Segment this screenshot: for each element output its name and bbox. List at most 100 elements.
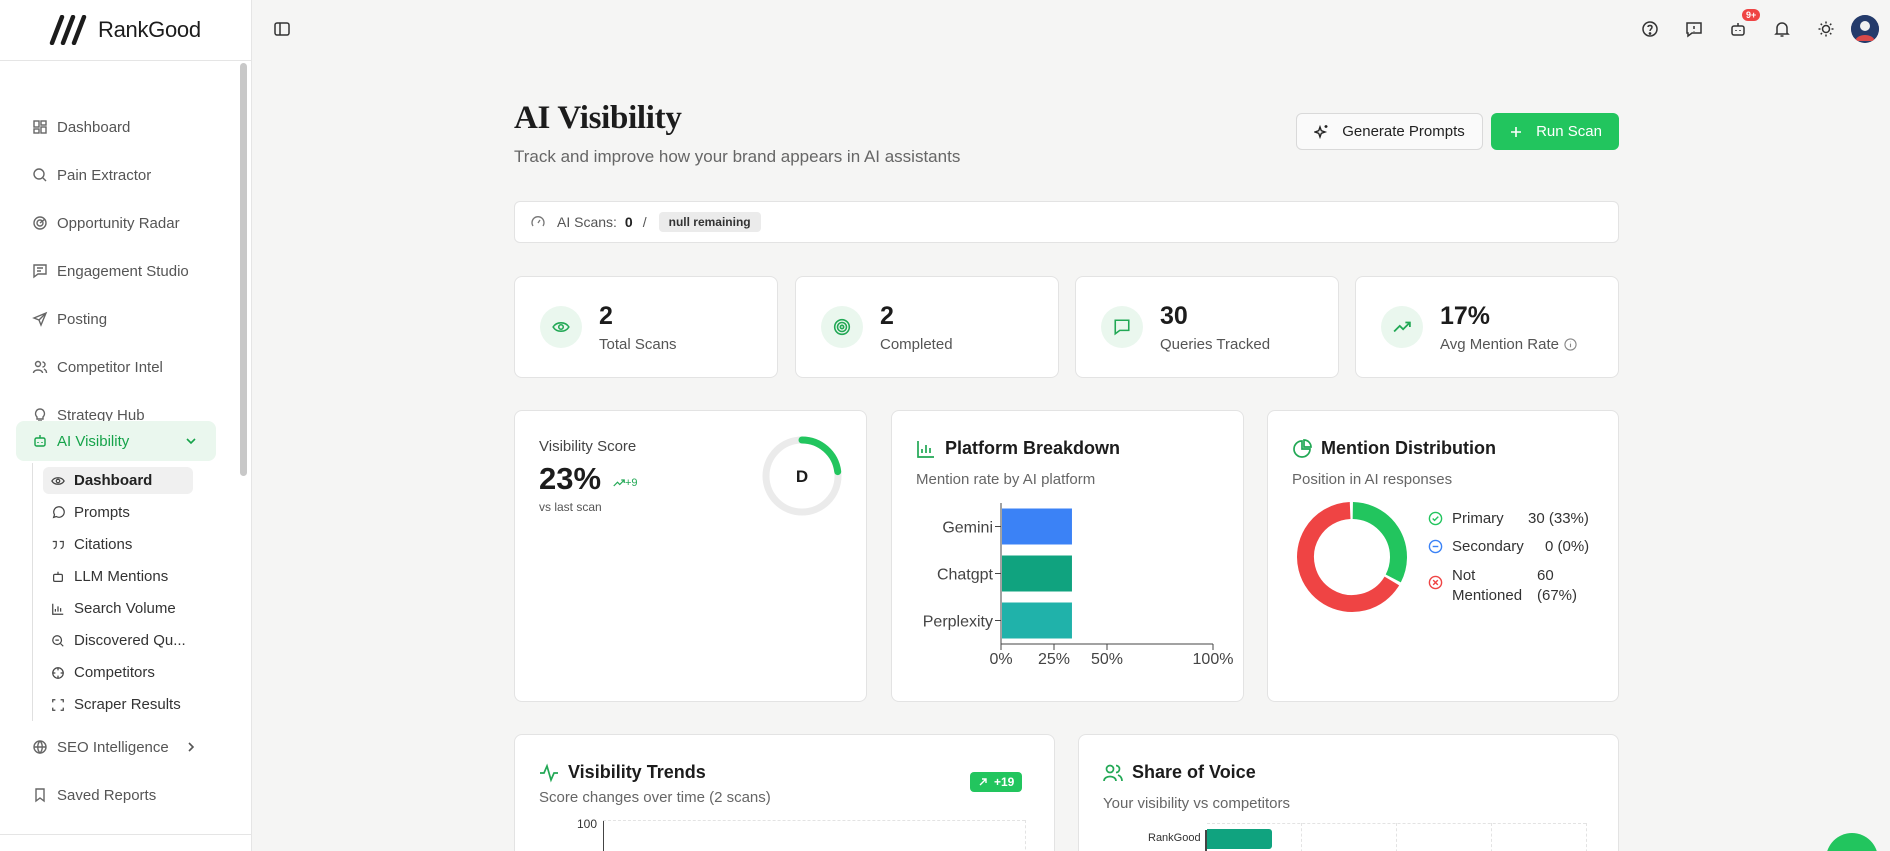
legend-label: Primary bbox=[1452, 510, 1504, 527]
legend-value: (67%) bbox=[1537, 587, 1578, 604]
platform-x-tick-label: 100% bbox=[1193, 651, 1234, 668]
share-grid-line bbox=[1491, 823, 1492, 851]
stat-value: 30 bbox=[1160, 302, 1188, 330]
search-icon bbox=[52, 634, 64, 647]
mention-distribution-subtitle: Position in AI responses bbox=[1292, 471, 1453, 488]
card-title-text: Platform Breakdown bbox=[945, 438, 1121, 458]
submenu-item-citations[interactable]: Citations bbox=[43, 531, 193, 558]
target-icon bbox=[833, 318, 851, 336]
legend-label-block: Not Mentioned bbox=[1452, 566, 1522, 606]
bell-icon[interactable] bbox=[1773, 20, 1791, 38]
stat-card-avg-mention-rate: 17% Avg Mention Rate bbox=[1355, 276, 1619, 378]
sidebar-item-saved-reports[interactable]: Saved Reports bbox=[16, 775, 216, 815]
stat-label: Total Scans bbox=[599, 336, 677, 353]
share-grid-line bbox=[1207, 823, 1586, 824]
sidebar-item-label: Opportunity Radar bbox=[57, 214, 180, 232]
info-icon[interactable] bbox=[1564, 338, 1577, 351]
legend-label: Not bbox=[1452, 567, 1476, 584]
stat-icon-circle bbox=[1381, 306, 1423, 348]
submenu-item-dashboard[interactable]: Dashboard bbox=[43, 467, 193, 494]
page-subtitle: Track and improve how your brand appears… bbox=[514, 147, 961, 166]
stat-label: Queries Tracked bbox=[1160, 336, 1271, 353]
submenu-item-prompts[interactable]: Prompts bbox=[43, 499, 193, 526]
visibility-delta: +9 bbox=[613, 477, 638, 489]
plus-icon bbox=[1511, 126, 1522, 137]
sidebar-item-pain-extractor[interactable]: Pain Extractor bbox=[16, 155, 216, 195]
trend-y-tick: 100 bbox=[577, 817, 598, 831]
submenu-item-label: Prompts bbox=[74, 504, 130, 521]
visibility-trends-title: Visibility Trends bbox=[539, 762, 706, 783]
card-title-text: Visibility Trends bbox=[568, 762, 706, 782]
stat-icon-circle bbox=[540, 306, 582, 348]
legend-value: 30 (33%) bbox=[1528, 510, 1589, 527]
share-of-voice-subtitle: Your visibility vs competitors bbox=[1103, 795, 1291, 812]
bot-icon bbox=[34, 435, 46, 447]
eye-icon bbox=[51, 476, 65, 485]
platform-category-label: Perplexity bbox=[923, 614, 993, 631]
platform-bar bbox=[1002, 602, 1072, 639]
logo-icon bbox=[49, 15, 87, 45]
ai-scans-bar: AI Scans: 0 / null remaining bbox=[514, 201, 1619, 243]
ai-scans-value: 0 bbox=[624, 214, 633, 230]
sidebar-item-label: AI Visibility bbox=[57, 432, 130, 450]
scan-icon bbox=[52, 698, 64, 711]
minus-circle-icon bbox=[1428, 539, 1443, 554]
feedback-icon[interactable] bbox=[1685, 20, 1703, 38]
submenu-item-label: Discovered Qu... bbox=[74, 632, 186, 649]
sidebar-item-label: Dashboard bbox=[57, 118, 131, 136]
trend-delta-value: +19 bbox=[994, 775, 1015, 789]
sidebar-item-dashboard[interactable]: Dashboard bbox=[16, 107, 216, 147]
grade-ring: D bbox=[762, 436, 842, 516]
stat-label-wrap: Avg Mention Rate bbox=[1440, 336, 1577, 353]
logo[interactable]: RankGood bbox=[0, 0, 251, 61]
sidebar-scrollbar[interactable] bbox=[240, 63, 247, 476]
chat-widget-button[interactable] bbox=[1826, 833, 1878, 851]
chat-icon bbox=[52, 505, 65, 518]
mention-donut-chart bbox=[1297, 502, 1407, 612]
stat-value: 2 bbox=[880, 302, 894, 330]
sun-icon[interactable] bbox=[1817, 20, 1835, 38]
legend-value-block: 60 (67%) bbox=[1537, 566, 1577, 606]
user-avatar[interactable] bbox=[1851, 15, 1879, 43]
platform-bar bbox=[1002, 555, 1072, 592]
sidebar-item-opportunity-radar[interactable]: Opportunity Radar bbox=[16, 203, 216, 243]
sidebar-item-seo-intelligence[interactable]: SEO Intelligence bbox=[16, 727, 216, 767]
chevron-right-icon[interactable] bbox=[184, 740, 198, 754]
sidebar-item-label: Pain Extractor bbox=[57, 166, 152, 184]
sidebar-item-competitor-intel[interactable]: Competitor Intel bbox=[16, 347, 216, 387]
platform-bar bbox=[1002, 508, 1072, 545]
stat-label: Avg Mention Rate bbox=[1440, 336, 1559, 353]
sidebar-item-posting[interactable]: Posting bbox=[16, 299, 216, 339]
sidebar-toggle-icon[interactable] bbox=[273, 20, 291, 38]
submenu-item-search-volume[interactable]: Search Volume bbox=[43, 595, 193, 622]
submenu-item-label: LLM Mentions bbox=[74, 568, 169, 585]
submenu-item-scraper-results[interactable]: Scraper Results bbox=[43, 691, 193, 718]
generate-prompts-button[interactable]: Generate Prompts bbox=[1296, 113, 1483, 150]
gauge-icon bbox=[531, 216, 545, 227]
bot-icon[interactable] bbox=[1729, 20, 1747, 38]
message-icon bbox=[33, 264, 47, 279]
send-icon bbox=[32, 311, 48, 327]
submenu-item-discovered-queries[interactable]: Discovered Qu... bbox=[43, 627, 193, 654]
visibility-score-label: Visibility Score bbox=[539, 438, 637, 455]
legend-row-not-mentioned: Not Mentioned 60 (67%) bbox=[1428, 566, 1577, 606]
legend-label: Secondary bbox=[1452, 538, 1524, 555]
trending-up-icon bbox=[1393, 321, 1411, 333]
mention-distribution-title: Mention Distribution bbox=[1292, 438, 1496, 459]
help-icon[interactable] bbox=[1641, 20, 1659, 38]
search-icon bbox=[33, 168, 47, 182]
run-scan-label: Run Scan bbox=[1536, 123, 1602, 140]
sidebar-item-engagement-studio[interactable]: Engagement Studio bbox=[16, 251, 216, 291]
grade-letter: D bbox=[796, 467, 808, 486]
ai-scans-separator: / bbox=[642, 214, 647, 230]
chevron-down-icon[interactable] bbox=[184, 434, 198, 448]
run-scan-button[interactable]: Run Scan bbox=[1491, 113, 1619, 150]
submenu-item-competitors[interactable]: Competitors bbox=[43, 659, 193, 686]
submenu-item-llm-mentions[interactable]: LLM Mentions bbox=[43, 563, 193, 590]
ai-scans-label: AI Scans: bbox=[557, 214, 617, 230]
crosshair-icon bbox=[52, 666, 64, 679]
sidebar-item-ai-visibility[interactable]: AI Visibility bbox=[16, 421, 216, 461]
message-square-icon bbox=[1114, 319, 1130, 336]
visibility-compare: vs last scan bbox=[539, 500, 602, 514]
submenu-item-label: Dashboard bbox=[74, 472, 153, 489]
